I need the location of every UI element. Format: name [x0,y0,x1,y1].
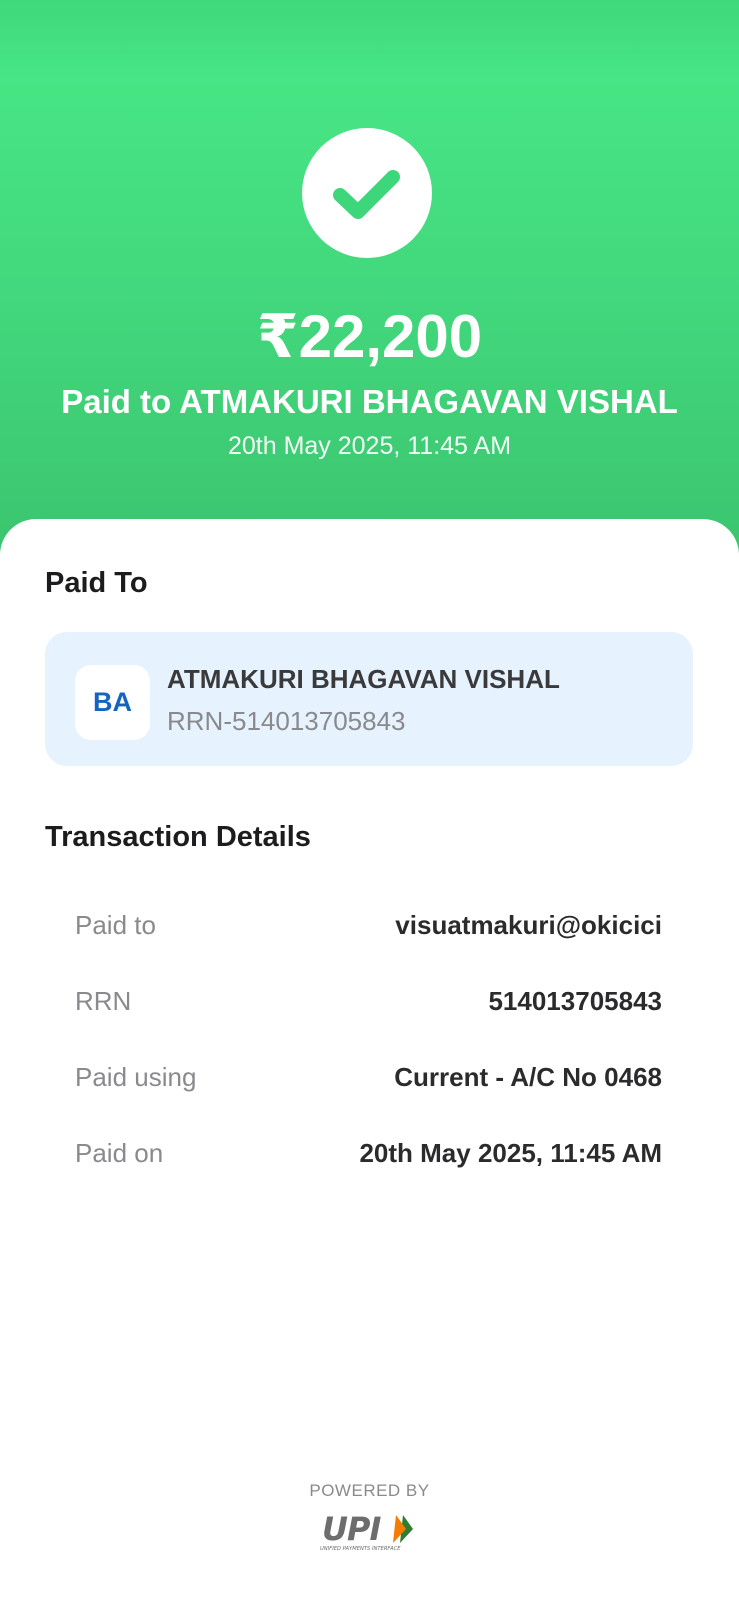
powered-by-label: POWERED BY [309,1481,430,1500]
upi-logo: UPI UNIFIED PAYMENTS INTERFACE [320,1510,413,1552]
detail-value: 514013705843 [488,986,662,1016]
payee-rrn: RRN-514013705843 [167,706,406,736]
payee-avatar: BA [75,665,150,740]
detail-value: Current - A/C No 0468 [394,1062,662,1092]
detail-value: 20th May 2025, 11:45 AM [359,1138,662,1168]
detail-value: visuatmakuri@okicici [395,910,662,940]
detail-label: Paid to [75,910,156,940]
transaction-details-title: Transaction Details [45,821,311,853]
success-header: ₹22,200 Paid to ATMAKURI BHAGAVAN VISHAL… [0,0,739,560]
detail-row-paid-to: Paid to visuatmakuri@okicici [75,905,662,945]
detail-row-paid-using: Paid using Current - A/C No 0468 [75,1057,662,1097]
detail-label: Paid on [75,1138,164,1168]
detail-label: Paid using [75,1062,197,1092]
paid-to-section-title: Paid To [45,567,148,599]
upi-logo-text: UPI [322,1510,381,1548]
payment-amount: ₹22,200 [256,303,483,370]
payment-datetime: 20th May 2025, 11:45 AM [227,432,512,460]
paid-to-headline: Paid to ATMAKURI BHAGAVAN VISHAL [61,383,678,420]
success-badge [302,128,432,258]
payee-name: ATMAKURI BHAGAVAN VISHAL [167,664,560,694]
detail-label: RRN [75,986,132,1016]
detail-row-paid-on: Paid on 20th May 2025, 11:45 AM [75,1133,662,1173]
upi-logo-subtext: UNIFIED PAYMENTS INTERFACE [320,1546,401,1552]
payee-card[interactable]: BA ATMAKURI BHAGAVAN VISHAL RRN-51401370… [45,632,693,766]
detail-row-rrn: RRN 514013705843 [75,981,662,1021]
check-icon [333,170,400,219]
